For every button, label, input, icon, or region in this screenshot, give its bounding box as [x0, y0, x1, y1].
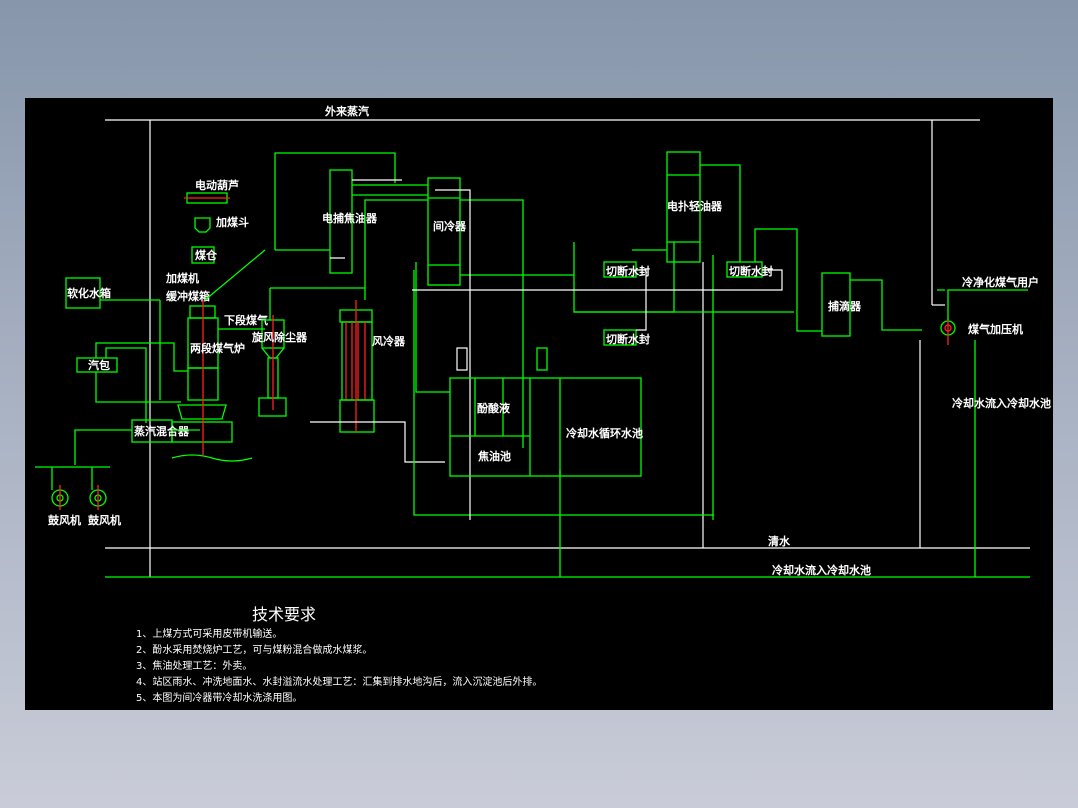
process-flow-diagram: 外来蒸汽 清水 冷却水流入冷却水池 冷却水流入冷却水池 电动葫芦 加煤斗 煤仓 …: [35, 104, 1051, 704]
cad-drawing-canvas[interactable]: 外来蒸汽 清水 冷却水流入冷却水池 冷却水流入冷却水池 电动葫芦 加煤斗 煤仓 …: [25, 98, 1053, 710]
label-water-seal-3: 切断水封: [606, 332, 650, 346]
label-gasifier: 两段煤气炉: [190, 341, 245, 355]
label-water-seal-1: 切断水封: [606, 264, 650, 278]
label-air-cooler: 风冷器: [372, 334, 406, 348]
label-cooling-return-right: 冷却水流入冷却水池: [952, 396, 1051, 410]
label-clean-water: 清水: [768, 534, 791, 548]
blower-2: [89, 467, 107, 510]
label-cyclone: 旋风除尘器: [251, 330, 308, 344]
label-tar-pool: 焦油池: [477, 449, 511, 463]
label-cooling-pool: 冷却水循环水池: [566, 426, 643, 440]
drain-headers: [105, 255, 1030, 578]
notes-title: 技术要求: [252, 605, 316, 624]
label-indirect-cooler: 间冷器: [433, 219, 467, 233]
note-item: 1、上煤方式可采用皮带机输送。: [136, 627, 282, 640]
blower-1: [51, 467, 69, 510]
note-item: 3、焦油处理工艺：外卖。: [136, 659, 252, 672]
label-droplet-catcher: 捕滴器: [828, 299, 862, 313]
label-gas-compressor: 煤气加压机: [968, 322, 1023, 336]
label-coal-feeder: 加煤机: [165, 271, 199, 285]
note-item: 5、本图为间冷器带冷却水洗涤用图。: [136, 691, 302, 704]
coal-hopper: [194, 217, 211, 233]
label-esp-tar: 电捕焦油器: [322, 211, 378, 225]
gas-compressor[interactable]: [937, 289, 1028, 345]
label-softened-water-tank: 软化水箱: [67, 286, 111, 300]
label-steam-drum: 汽包: [88, 358, 110, 372]
label-coal-hopper: 加煤斗: [215, 215, 249, 229]
note-item: 2、酚水采用焚烧炉工艺，可与煤粉混合做成水煤浆。: [136, 643, 372, 656]
label-water-seal-2: 切断水封: [729, 264, 773, 278]
cyclone: [258, 287, 365, 417]
label-cooling-return-bottom: 冷却水流入冷却水池: [772, 563, 871, 577]
label-external-steam: 外来蒸汽: [324, 104, 369, 118]
label-coal-bunker: 煤仓: [195, 248, 218, 262]
label-phenol-liquid: 酚酸液: [477, 401, 511, 415]
air-cooler: [339, 300, 375, 433]
label-steam-mixer: 蒸汽混合器: [134, 424, 190, 438]
label-clean-gas-user: 冷净化煤气用户: [962, 275, 1039, 289]
note-item: 4、站区雨水、冲洗地面水、水封溢流水处理工艺：汇集到排水地沟后，流入沉淀池后外排…: [136, 675, 542, 688]
label-blower-2: 鼓风机: [88, 513, 121, 527]
label-blower-1: 鼓风机: [48, 513, 81, 527]
label-electric-hoist: 电动葫芦: [195, 178, 239, 192]
label-esp-light-oil: 电扑轻油器: [667, 199, 723, 213]
